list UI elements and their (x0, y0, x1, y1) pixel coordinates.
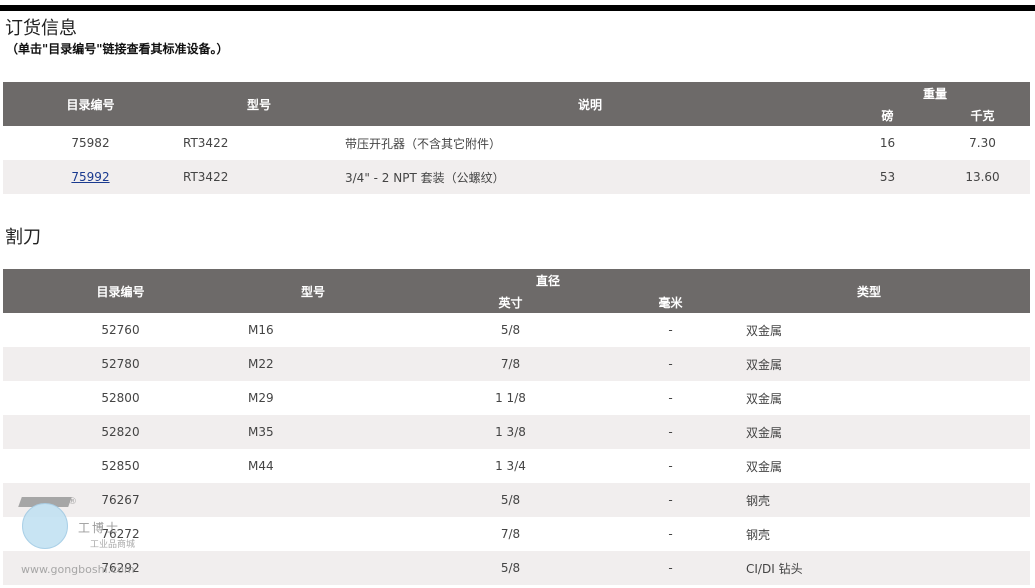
weight-kg-cell: 7.30 (969, 136, 996, 150)
type-cell: 钢壳 (708, 483, 1031, 517)
diameter-mm-cell: - (633, 347, 709, 381)
diameter-inch-cell: 5/8 (388, 551, 633, 585)
header-catalog: 目录编号 (3, 82, 178, 126)
section-title-cutters: 割刀 (5, 227, 41, 248)
type-cell: 双金属 (708, 415, 1031, 449)
model-cell (238, 517, 388, 551)
table-row: 52850 M44 1 3/4 - 双金属 (3, 449, 1030, 483)
weight-lb-cell: 16 (879, 136, 896, 150)
registered-mark: ® (68, 497, 77, 507)
top-bar (0, 5, 1035, 11)
table-row: 52820 M35 1 3/8- 双金属 (3, 415, 1031, 449)
diameter-inch-cell: 1 3/8 (388, 415, 633, 449)
catalog-number-cell: 52850 (101, 459, 140, 473)
model-cell: M35 (238, 415, 388, 449)
table-row: 52780 M22 7/8- 双金属 (3, 347, 1031, 381)
diameter-mm-cell: - (668, 391, 673, 405)
header-model: 型号 (238, 269, 388, 313)
type-cell: 双金属 (746, 391, 783, 406)
table-row: 75982 RT3422 带压开孔器（不含其它附件） 16 7.30 (3, 126, 1030, 160)
header-weight: 重量 (840, 82, 1031, 104)
diameter-inch-cell: 5/8 (500, 323, 521, 337)
diameter-mm-cell: - (668, 459, 673, 473)
model-cell: RT3422 (183, 136, 229, 150)
model-cell: M44 (248, 459, 274, 473)
header-mm: 毫米 (633, 291, 709, 313)
header-kg: 千克 (935, 104, 1031, 126)
diameter-mm-cell: - (633, 551, 709, 585)
catalog-link[interactable]: 75992 (71, 170, 109, 184)
watermark-title: 工博士 (78, 521, 121, 535)
table-row: 52800 M29 1 1/8 - 双金属 (3, 381, 1030, 415)
watermark-logo: ® 工博士 工业品商城 www.gongboshi.com (18, 497, 158, 582)
weight-kg-cell: 13.60 (935, 160, 1031, 194)
diameter-inch-cell: 1 1/8 (495, 391, 526, 405)
watermark-subtitle: 工业品商城 (90, 540, 136, 550)
type-cell: 双金属 (746, 459, 783, 474)
type-cell: 双金属 (746, 323, 783, 338)
diameter-mm-cell: - (633, 415, 709, 449)
type-cell: CI/DI 钻头 (708, 551, 1031, 585)
header-type: 类型 (708, 269, 1031, 313)
page-subtitle: （单击"目录编号"链接查看其标准设备。） (6, 42, 229, 56)
diameter-mm-cell: - (668, 527, 673, 541)
model-cell (238, 483, 388, 517)
header-catalog: 目录编号 (3, 269, 238, 313)
mascot-icon (22, 503, 68, 549)
ordering-table: 目录编号 型号 说明 重量 磅 千克 75982 RT3422 带压开孔器（不含其它… (3, 82, 1031, 194)
type-cell: 钢壳 (746, 527, 771, 542)
header-lb: 磅 (840, 104, 935, 126)
catalog-number-cell: 52820 (3, 415, 238, 449)
header-description: 说明 (340, 82, 840, 126)
weight-lb-cell: 53 (840, 160, 935, 194)
model-cell: M22 (238, 347, 388, 381)
diameter-inch-cell: 7/8 (500, 527, 521, 541)
table-row: 75992 RT3422 3/4" - 2 NPT 套装（公螺纹） 53 13.60 (3, 160, 1031, 194)
model-cell: M29 (248, 391, 274, 405)
description-cell: 带压开孔器（不含其它附件） (345, 136, 502, 151)
model-cell: M16 (248, 323, 274, 337)
header-diameter: 直径 (388, 269, 709, 291)
catalog-number-cell: 52780 (3, 347, 238, 381)
catalog-number-cell: 75982 (71, 136, 110, 150)
diameter-mm-cell: - (633, 483, 709, 517)
table-row: 52760 M16 5/8 - 双金属 (3, 313, 1030, 347)
page-title: 订货信息 (5, 18, 77, 39)
header-inch: 英寸 (388, 291, 633, 313)
model-cell (238, 551, 388, 585)
ordering-table-body: 75982 RT3422 带压开孔器（不含其它附件） 16 7.30 75992 RT342… (3, 126, 1031, 194)
header-model: 型号 (178, 82, 340, 126)
description-cell: 3/4" - 2 NPT 套装（公螺纹） (340, 160, 840, 194)
diameter-inch-cell: 1 3/4 (495, 459, 526, 473)
catalog-number-cell: 52800 (101, 391, 140, 405)
diameter-inch-cell: 5/8 (388, 483, 633, 517)
catalog-number-cell: 75992 (3, 160, 178, 194)
catalog-number-cell: 52760 (101, 323, 140, 337)
watermark-url: www.gongboshi.com (21, 563, 135, 576)
type-cell: 双金属 (708, 347, 1031, 381)
model-cell: RT3422 (178, 160, 340, 194)
diameter-mm-cell: - (668, 323, 673, 337)
diameter-inch-cell: 7/8 (388, 347, 633, 381)
